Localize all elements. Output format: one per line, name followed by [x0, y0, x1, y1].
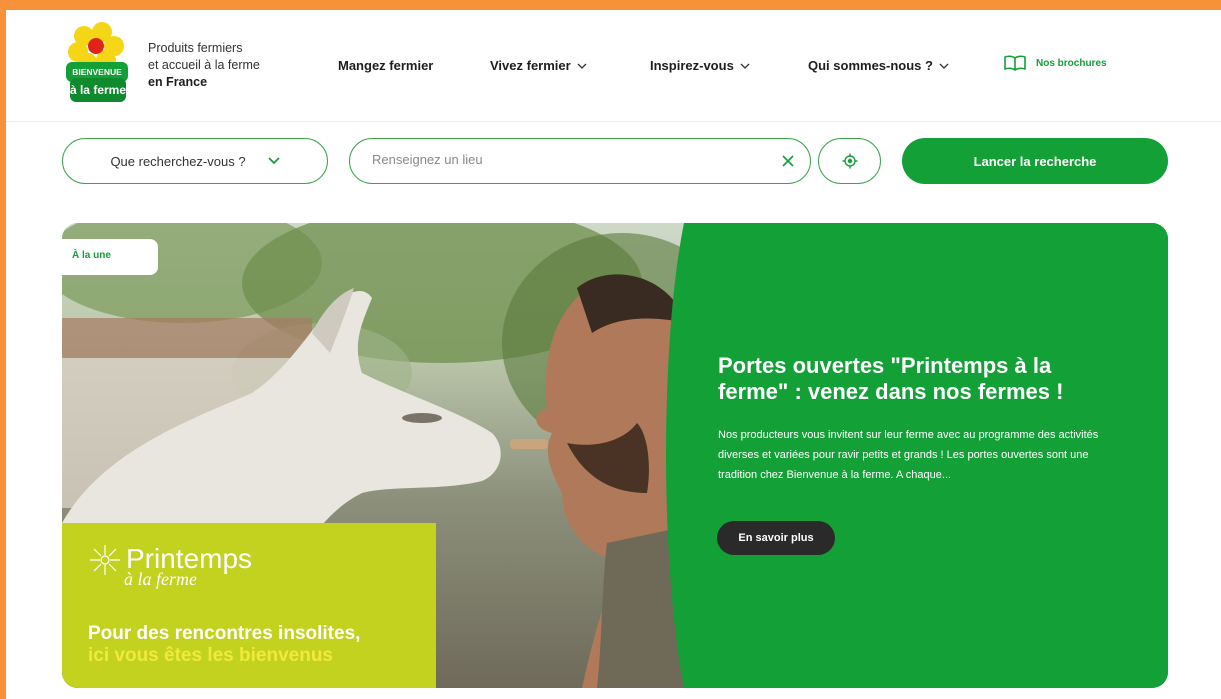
nav-label: Mangez fermier — [338, 58, 434, 73]
nav-vivez-fermier[interactable]: Vivez fermier — [490, 58, 587, 73]
chevron-down-icon — [939, 63, 949, 69]
location-input[interactable] — [372, 152, 752, 167]
chevron-down-icon — [577, 63, 587, 69]
chevron-down-icon — [267, 157, 280, 165]
brochures-link[interactable]: Nos brochures — [1004, 55, 1107, 71]
learn-more-button[interactable]: En savoir plus — [717, 521, 835, 555]
nav-label: Vivez fermier — [490, 58, 571, 73]
tagline-line1: Produits fermiers — [148, 41, 243, 55]
search-submit-button[interactable]: Lancer la recherche — [902, 138, 1168, 184]
page: BIENVENUE à la ferme Produits fermiers e… — [6, 10, 1221, 699]
nav-qui-sommes-nous[interactable]: Qui sommes-nous ? — [808, 58, 949, 73]
category-select-label: Que recherchez-vous ? — [110, 153, 246, 169]
brochures-label: Nos brochures — [1036, 57, 1107, 69]
clear-icon[interactable] — [780, 153, 796, 169]
tagline-line3: en France — [148, 75, 208, 89]
geolocate-button[interactable] — [818, 138, 881, 184]
hero-banner: À la une Printemps à la ferme Pour des r… — [62, 223, 1168, 688]
nav-label: Inspirez-vous — [650, 58, 734, 73]
hero-title: Portes ouvertes "Printemps à la ferme" :… — [718, 353, 1064, 404]
category-select[interactable]: Que recherchez-vous ? — [62, 138, 328, 184]
hero-description: Nos producteurs vous invitent sur leur f… — [718, 429, 1099, 481]
site-header: BIENVENUE à la ferme Produits fermiers e… — [6, 10, 1221, 122]
location-field[interactable] — [349, 138, 811, 184]
tagline: Produits fermiers et accueil à la ferme … — [148, 40, 260, 91]
logo-text-line1: BIENVENUE — [72, 67, 122, 77]
locate-target-icon — [842, 153, 857, 169]
bienvenue-a-la-ferme-logo[interactable]: BIENVENUE à la ferme — [62, 22, 132, 104]
nav-label: Qui sommes-nous ? — [808, 58, 933, 73]
nav-mangez-fermier[interactable]: Mangez fermier — [338, 58, 433, 73]
chevron-down-icon — [740, 63, 750, 69]
tagline-line2: et accueil à la ferme — [148, 58, 260, 72]
open-book-icon — [1004, 55, 1026, 71]
logo-text-line2: à la ferme — [70, 83, 126, 97]
nav-inspirez-vous[interactable]: Inspirez-vous — [650, 58, 750, 73]
hero-text-block: Portes ouvertes "Printemps à la ferme" :… — [718, 353, 1118, 485]
